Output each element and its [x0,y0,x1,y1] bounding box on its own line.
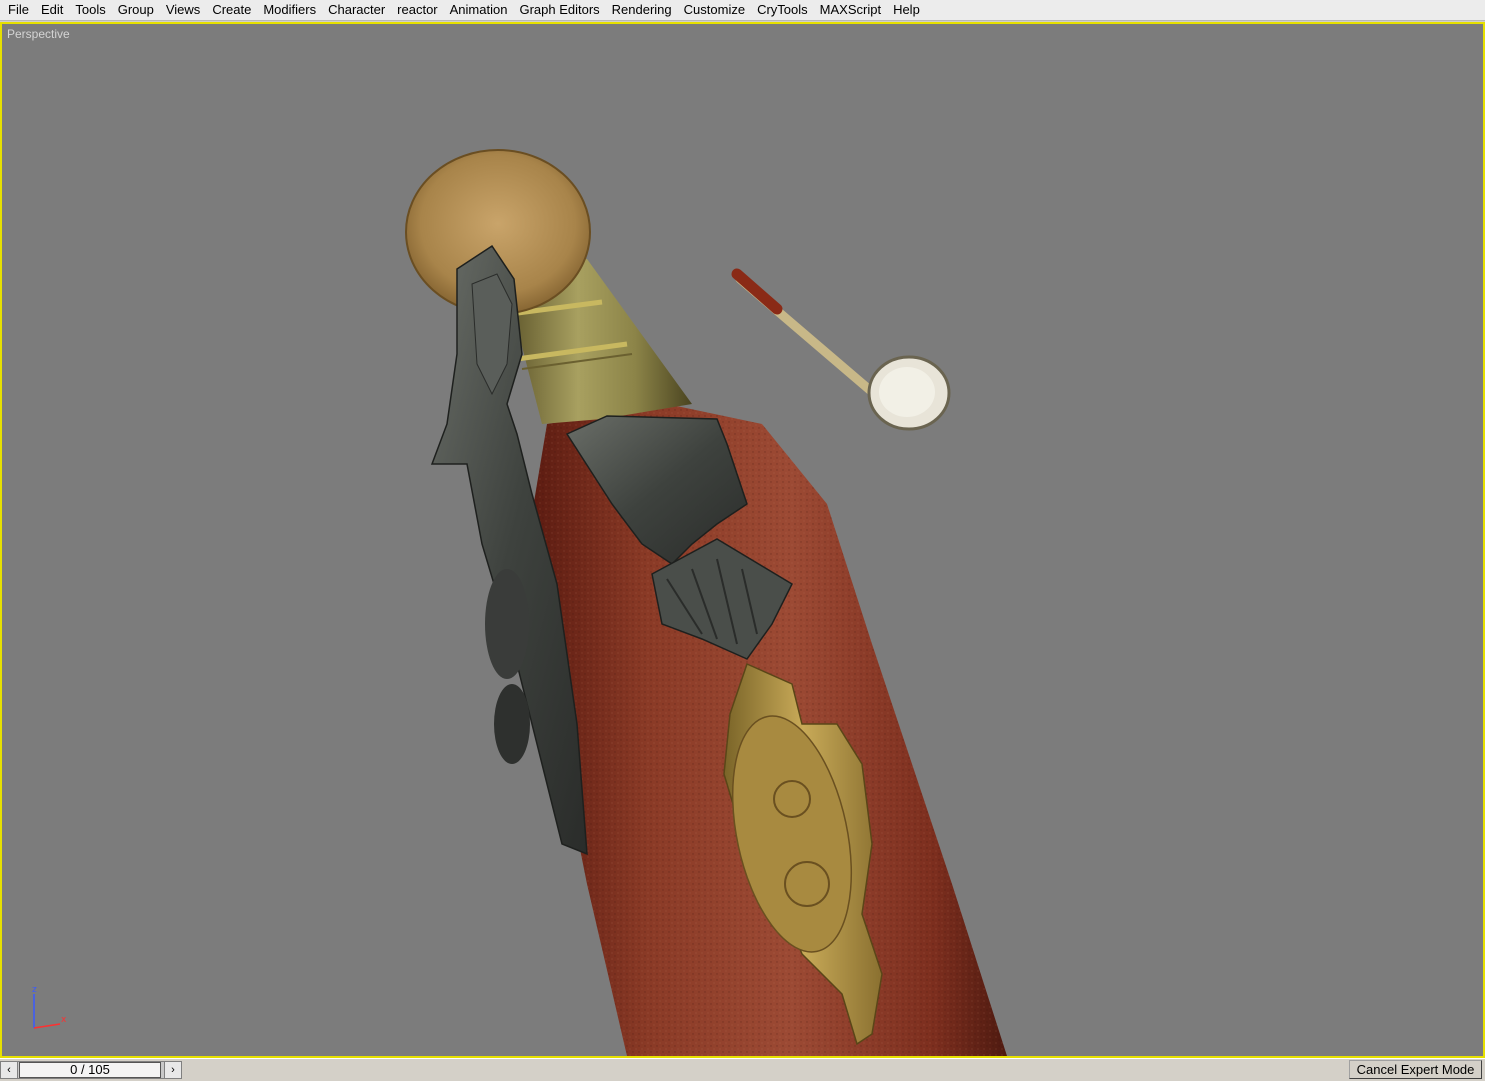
status-bar: ‹ 0 / 105 › Cancel Expert Mode [0,1058,1485,1081]
menu-edit[interactable]: Edit [35,0,69,21]
menu-tools[interactable]: Tools [69,0,111,21]
menu-views[interactable]: Views [160,0,206,21]
menu-maxscript[interactable]: MAXScript [814,0,887,21]
menu-group[interactable]: Group [112,0,160,21]
menu-create[interactable]: Create [206,0,257,21]
menu-help[interactable]: Help [887,0,926,21]
time-slider-thumb[interactable]: 0 / 105 [19,1062,161,1078]
axis-z-label: z [32,985,37,995]
time-slider[interactable]: ‹ 0 / 105 › [0,1061,182,1079]
menu-animation[interactable]: Animation [444,0,514,21]
axis-x-label: x [61,1015,67,1025]
menu-character[interactable]: Character [322,0,391,21]
perspective-viewport[interactable]: Perspective z x [0,22,1485,1058]
menu-customize[interactable]: Customize [678,0,751,21]
chevron-right-icon[interactable]: › [164,1062,181,1078]
cancel-expert-mode-button[interactable]: Cancel Expert Mode [1349,1060,1482,1079]
axis-tripod: z x [32,985,67,1029]
viewport-scene[interactable] [2,24,1483,1056]
menu-bar: File Edit Tools Group Views Create Modif… [0,0,1485,21]
menu-crytools[interactable]: CryTools [751,0,814,21]
menu-reactor[interactable]: reactor [391,0,443,21]
chevron-left-icon[interactable]: ‹ [1,1062,18,1078]
menu-rendering[interactable]: Rendering [606,0,678,21]
menu-modifiers[interactable]: Modifiers [257,0,322,21]
menu-graph-editors[interactable]: Graph Editors [513,0,605,21]
menu-file[interactable]: File [2,0,35,21]
ramrod [731,268,951,431]
